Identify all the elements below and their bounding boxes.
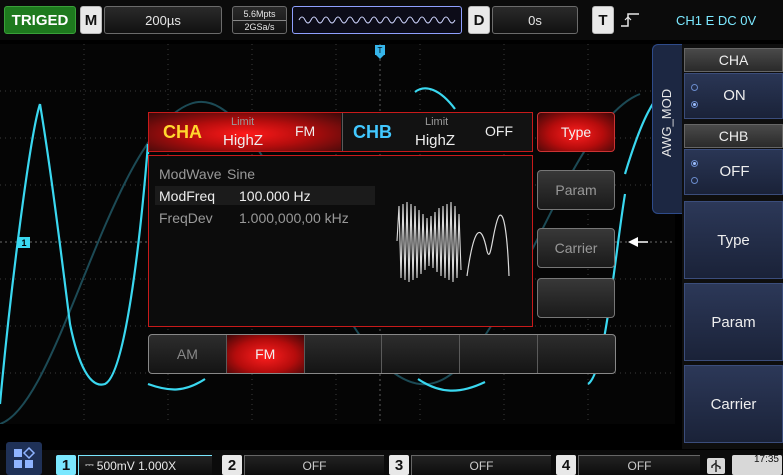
tab-empty-4[interactable]	[382, 335, 461, 373]
delay-menu-button[interactable]: D	[468, 6, 490, 34]
param-value: Sine	[227, 166, 256, 182]
param-value: 1.000,000,00 kHz	[239, 210, 349, 226]
top-status-bar: TRIGED M 200µs 5.6Mpts 2GSa/s D 0s T CH1…	[0, 0, 783, 40]
usb-icon[interactable]	[707, 458, 725, 474]
dc-coupling-icon: ⎓	[85, 459, 94, 471]
ch1-number[interactable]: 1	[56, 455, 76, 475]
grid-menu-icon	[14, 446, 36, 468]
ch4-number[interactable]: 4	[556, 455, 576, 475]
overview-wave-icon	[298, 16, 456, 24]
cha-limit-label: Limit	[231, 116, 255, 128]
blank-button[interactable]	[537, 278, 615, 318]
ch2-settings[interactable]: OFF	[244, 455, 384, 475]
awg-mod-menu-label: AWG_MOD	[659, 88, 674, 157]
cha-menu-header: CHA	[684, 48, 783, 72]
chb-toggle-value: OFF	[719, 163, 750, 180]
cha-impedance: HighZ	[223, 132, 264, 149]
clock-time: 17:35	[753, 454, 779, 465]
ch2-number[interactable]: 2	[222, 455, 242, 475]
chb-toggle[interactable]: OFF	[684, 149, 783, 195]
chb-limit-label: Limit	[425, 116, 449, 128]
ch4-settings[interactable]: OFF	[578, 455, 700, 475]
param-row-modfreq[interactable]: ModFreq 100.000 Hz	[155, 186, 375, 205]
ch3-number[interactable]: 3	[389, 455, 409, 475]
tab-am[interactable]: AM	[149, 335, 227, 373]
cha-channel-cell[interactable]: CHA Limit HighZ FM	[149, 113, 341, 151]
chb-impedance: HighZ	[415, 132, 456, 149]
trigger-status-badge: TRIGED	[4, 6, 76, 34]
memory-depth-value: 5.6Mpts	[233, 8, 286, 21]
param-row-modwave[interactable]: ModWave Sine	[155, 164, 375, 183]
awg-mod-menu-tab[interactable]: AWG_MOD	[652, 44, 682, 214]
ch1-settings[interactable]: ⎓ 500mV 1.000X	[78, 455, 212, 475]
right-softkey-menu: CHA ON CHB OFF Type Param Carrier	[682, 44, 783, 449]
carrier-button[interactable]: Carrier	[537, 228, 615, 268]
trigger-position-label: T	[378, 46, 383, 55]
param-button[interactable]: Param	[537, 170, 615, 210]
tab-fm[interactable]: FM	[226, 335, 305, 373]
rising-edge-icon	[616, 6, 646, 34]
home-menu-button[interactable]	[6, 442, 42, 475]
param-panel: ModWave Sine ModFreq 100.000 Hz FreqDev …	[148, 155, 533, 327]
menu-param-button[interactable]: Param	[684, 283, 783, 361]
tab-empty-6[interactable]	[538, 335, 615, 373]
sample-rate-value: 2GSa/s	[244, 21, 275, 32]
tab-empty-3[interactable]	[305, 335, 383, 373]
menu-type-button[interactable]: Type	[684, 201, 783, 279]
param-label: FreqDev	[159, 210, 213, 226]
bottom-channel-bar: 1 ⎓ 500mV 1.000X 2 OFF 3 OFF 4 OFF 17:35	[0, 442, 783, 475]
timebase-menu-button[interactable]: M	[80, 6, 102, 34]
param-row-freqdev[interactable]: FreqDev 1.000,000,00 kHz	[155, 208, 375, 227]
param-label: ModWave	[159, 166, 222, 182]
delay-value[interactable]: 0s	[492, 6, 578, 34]
cha-label: CHA	[163, 122, 202, 142]
fm-preview-icon	[396, 201, 510, 283]
clock: 17:35	[732, 455, 782, 475]
chb-label: CHB	[353, 122, 392, 142]
chb-state: OFF	[485, 123, 513, 139]
sample-rate-box[interactable]: 5.6Mpts 2GSa/s	[232, 6, 287, 34]
awg-mod-dialog: CHA Limit HighZ FM CHB Limit HighZ OFF M…	[148, 112, 616, 374]
menu-carrier-button[interactable]: Carrier	[684, 365, 783, 443]
cha-toggle-value: ON	[723, 87, 746, 104]
ch1-ground-label: 1	[21, 238, 26, 248]
trigger-info[interactable]: CH1 E DC 0V	[652, 6, 780, 34]
timebase-value[interactable]: 200µs	[104, 6, 222, 34]
waveform-overview[interactable]	[292, 6, 462, 34]
tab-empty-5[interactable]	[460, 335, 539, 373]
modulation-tab-bar: AM FM	[148, 334, 616, 374]
trigger-level-marker[interactable]	[628, 237, 638, 247]
type-button[interactable]: Type	[537, 112, 615, 152]
chb-channel-cell[interactable]: CHB Limit HighZ OFF	[342, 113, 532, 151]
chb-menu-header: CHB	[684, 124, 783, 148]
channel-header: CHA Limit HighZ FM CHB Limit HighZ OFF	[148, 112, 533, 152]
cha-state: FM	[295, 123, 316, 139]
param-value: 100.000 Hz	[239, 188, 311, 204]
ch3-settings[interactable]: OFF	[411, 455, 551, 475]
trigger-menu-button[interactable]: T	[592, 6, 614, 34]
ch1-scale-value: 500mV 1.000X	[96, 458, 177, 473]
cha-toggle[interactable]: ON	[684, 73, 783, 119]
param-label: ModFreq	[159, 188, 216, 204]
